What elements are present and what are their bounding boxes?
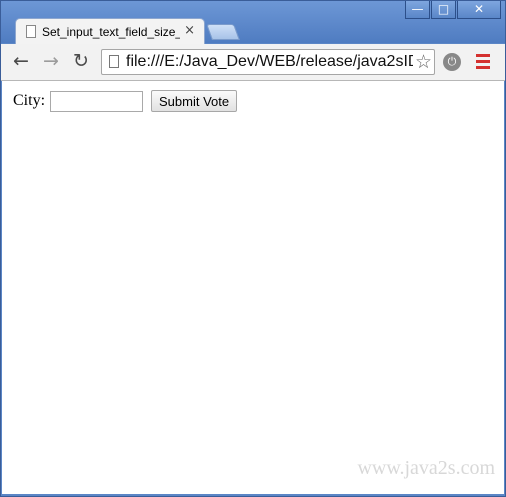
close-window-button[interactable]: ✕ — [457, 1, 501, 19]
title-bar: — □ ✕ Set_input_text_field_size_in × — [1, 1, 505, 44]
hamburger-menu-icon[interactable] — [476, 54, 490, 72]
vote-form: City: Submit Vote — [13, 90, 238, 112]
watermark: www.java2s.com — [357, 457, 495, 479]
browser-window: — □ ✕ Set_input_text_field_size_in × ← →… — [0, 0, 506, 497]
star-icon[interactable]: ☆ — [412, 51, 432, 73]
browser-tab[interactable]: Set_input_text_field_size_in × — [15, 18, 205, 44]
browser-toolbar: ← → ↻ file:///E:/Java_Dev/WEB/release/ja… — [1, 44, 505, 81]
window-controls: — □ ✕ — [404, 1, 501, 21]
back-arrow-icon[interactable]: ← — [13, 51, 29, 71]
url-text: file:///E:/Java_Dev/WEB/release/java2sID… — [126, 53, 424, 70]
power-icon[interactable]: ⏻ — [443, 53, 461, 71]
new-tab-button[interactable] — [206, 24, 240, 40]
maximize-button[interactable]: □ — [431, 1, 456, 19]
city-input[interactable] — [50, 90, 144, 112]
submit-vote-button[interactable]: Submit Vote — [151, 90, 238, 112]
page-icon — [26, 25, 36, 38]
reload-icon[interactable]: ↻ — [73, 51, 89, 71]
city-label: City: — [13, 92, 46, 109]
address-bar[interactable]: file:///E:/Java_Dev/WEB/release/java2sID… — [101, 49, 435, 75]
forward-arrow-icon[interactable]: → — [43, 51, 59, 71]
page-content: City: Submit Vote www.java2s.com — [2, 81, 504, 494]
minimize-button[interactable]: — — [405, 1, 430, 19]
tab-title: Set_input_text_field_size_in — [42, 25, 180, 39]
page-icon — [109, 55, 119, 68]
close-tab-icon[interactable]: × — [184, 23, 195, 38]
